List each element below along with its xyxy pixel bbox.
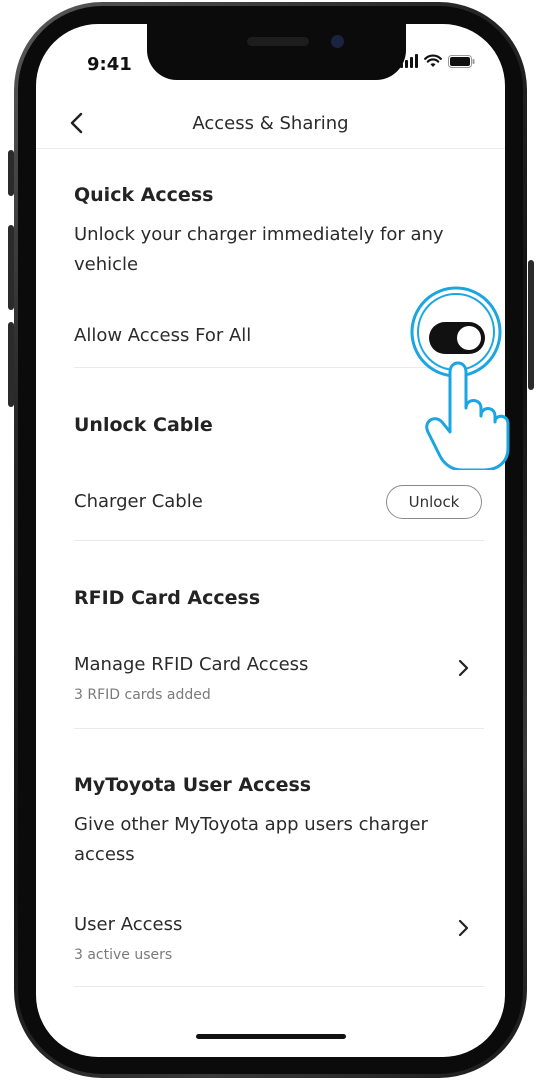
user-access-row[interactable]: User Access 3 active users [36,904,505,974]
front-camera [331,35,344,48]
quick-access-title: Quick Access [74,184,214,206]
home-indicator [196,1034,346,1039]
chevron-right-icon [458,659,469,677]
manage-rfid-label: Manage RFID Card Access [74,654,309,675]
phone-screen: 9:41 Access & Sharing Quick Access Unloc… [36,24,505,1057]
mytoyota-description: Give other MyToyota app users charger ac… [74,814,428,865]
divider [74,728,484,729]
allow-access-label: Allow Access For All [74,325,252,346]
user-access-label: User Access [74,914,183,935]
nav-bar: Access & Sharing [36,100,505,149]
volume-up-button [8,225,14,310]
battery-icon [448,54,475,68]
chevron-right-icon [458,919,469,937]
quick-access-description: Unlock your charger immediately for any … [74,224,444,275]
divider [74,540,484,541]
power-button [528,260,534,390]
status-time: 9:41 [87,54,132,75]
toggle-knob [457,326,481,350]
divider [74,986,484,987]
charger-cable-label: Charger Cable [74,491,203,512]
notch [147,24,406,80]
unlock-button[interactable]: Unlock [386,485,482,519]
manage-rfid-sub: 3 RFID cards added [74,687,211,703]
page-title: Access & Sharing [192,113,349,134]
speaker-grille [247,37,309,46]
user-access-sub: 3 active users [74,947,173,963]
divider [74,367,484,368]
mute-switch [8,150,14,196]
wifi-icon [424,54,442,67]
mytoyota-title: MyToyota User Access [74,774,312,796]
unlock-cable-title: Unlock Cable [74,414,213,436]
volume-down-button [8,322,14,407]
rfid-title: RFID Card Access [74,587,261,609]
signal-icon [400,54,418,68]
manage-rfid-row[interactable]: Manage RFID Card Access 3 RFID cards add… [36,644,505,714]
allow-access-toggle[interactable] [429,322,485,354]
status-icons [400,54,475,68]
